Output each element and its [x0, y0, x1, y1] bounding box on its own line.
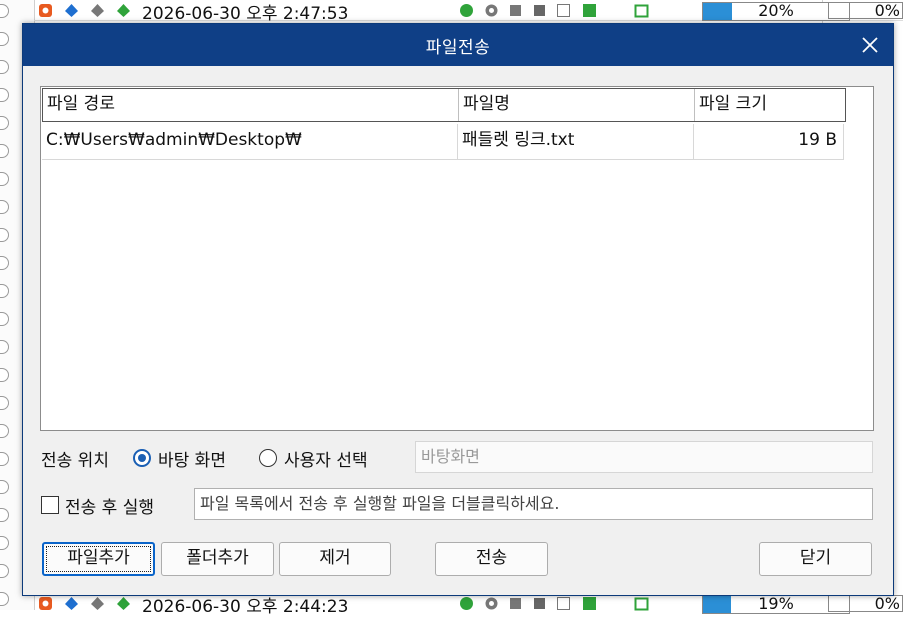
- shield-icon: [39, 4, 52, 17]
- row-marker-icon: [0, 340, 9, 354]
- row-marker-icon: [0, 480, 9, 494]
- gear-icon: [485, 4, 498, 17]
- row-marker-icon: [0, 88, 9, 102]
- shield-icon: [39, 597, 52, 610]
- add-folder-button[interactable]: 폴더추가: [161, 542, 274, 576]
- row-marker-icon: [0, 396, 9, 410]
- radio-user-select[interactable]: [259, 449, 277, 467]
- save-icon: [534, 598, 545, 609]
- radio-desktop-label[interactable]: 바탕 화면: [158, 446, 226, 471]
- run-after-checkbox[interactable]: [41, 496, 59, 514]
- clock-icon: [460, 597, 473, 610]
- destination-label: 전송 위치: [41, 451, 109, 471]
- code-icon: [557, 4, 570, 17]
- row-marker-icon: [0, 564, 9, 578]
- close-icon[interactable]: [857, 32, 883, 58]
- pin-icon: [65, 597, 78, 610]
- add-file-button[interactable]: 파일추가: [42, 542, 155, 576]
- row-marker-icon: [0, 256, 9, 270]
- code-icon: [557, 597, 570, 610]
- remove-button[interactable]: 제거: [279, 542, 391, 576]
- bg-table-row[interactable]: 2026-06-30 오후 2:47:53 20% 0%: [34, 0, 903, 24]
- row-marker-icon: [0, 4, 9, 18]
- row-marker-icon: [0, 172, 9, 186]
- tools-icon: [510, 598, 521, 609]
- file-list-header: 파일 경로 파일명 파일 크기: [42, 88, 846, 122]
- file-transfer-dialog: 파일전송 파일 경로 파일명 파일 크기 C:₩Users₩admin₩Desk…: [22, 23, 894, 596]
- pin-green-icon: [117, 4, 130, 17]
- column-header-size[interactable]: 파일 크기: [695, 89, 845, 121]
- clock-icon: [460, 4, 473, 17]
- row-marker-icon: [0, 368, 9, 382]
- cell-size: 19 B: [694, 124, 844, 159]
- cell-path: C:₩Users₩admin₩Desktop₩: [42, 124, 458, 159]
- send-button[interactable]: 전송: [435, 542, 548, 576]
- row-marker-icon: [0, 312, 9, 326]
- row-marker-icon: [0, 228, 9, 242]
- dialog-title: 파일전송: [425, 38, 491, 58]
- destination-path-field[interactable]: 바탕화면: [415, 441, 873, 473]
- pin-gray-icon: [91, 4, 104, 17]
- calendar-icon: [634, 597, 649, 611]
- row-marker-icon: [0, 144, 9, 158]
- gear-icon: [485, 597, 498, 610]
- run-after-label[interactable]: 전송 후 실행: [65, 493, 154, 518]
- radio-desktop[interactable]: [133, 449, 151, 467]
- row-marker-icon: [0, 592, 9, 606]
- status-green-icon: [583, 4, 596, 17]
- save-icon: [534, 5, 545, 16]
- row-marker-icon: [0, 452, 9, 466]
- file-list[interactable]: 파일 경로 파일명 파일 크기 C:₩Users₩admin₩Desktop₩ …: [40, 86, 874, 431]
- bg-last-value: 0%: [828, 595, 903, 612]
- cell-name: 패들렛 링크.txt: [458, 124, 694, 159]
- table-row[interactable]: C:₩Users₩admin₩Desktop₩ 패들렛 링크.txt 19 B: [42, 124, 844, 160]
- row-marker-icon: [0, 424, 9, 438]
- calendar-icon: [634, 4, 649, 18]
- tools-icon: [510, 5, 521, 16]
- pin-gray-icon: [91, 597, 104, 610]
- run-after-hint-field[interactable]: 파일 목록에서 전송 후 실행할 파일을 더블클릭하세요.: [194, 488, 873, 520]
- row-marker-icon: [0, 200, 9, 214]
- row-marker-icon: [0, 536, 9, 550]
- pin-icon: [65, 4, 78, 17]
- radio-user-select-label[interactable]: 사용자 선택: [284, 446, 368, 471]
- row-marker-icon: [0, 32, 9, 46]
- row-marker-icon: [0, 60, 9, 74]
- row-marker-icon: [0, 284, 9, 298]
- bg-timestamp: 2026-06-30 오후 2:47:53: [142, 4, 349, 24]
- column-header-path[interactable]: 파일 경로: [43, 89, 459, 121]
- row-marker-icon: [0, 116, 9, 130]
- status-green-icon: [583, 597, 596, 610]
- dialog-titlebar[interactable]: 파일전송: [23, 24, 893, 66]
- column-header-name[interactable]: 파일명: [459, 89, 695, 121]
- bg-last-value: 0%: [828, 2, 903, 19]
- close-button[interactable]: 닫기: [759, 542, 872, 576]
- pin-green-icon: [117, 597, 130, 610]
- row-marker-icon: [0, 508, 9, 522]
